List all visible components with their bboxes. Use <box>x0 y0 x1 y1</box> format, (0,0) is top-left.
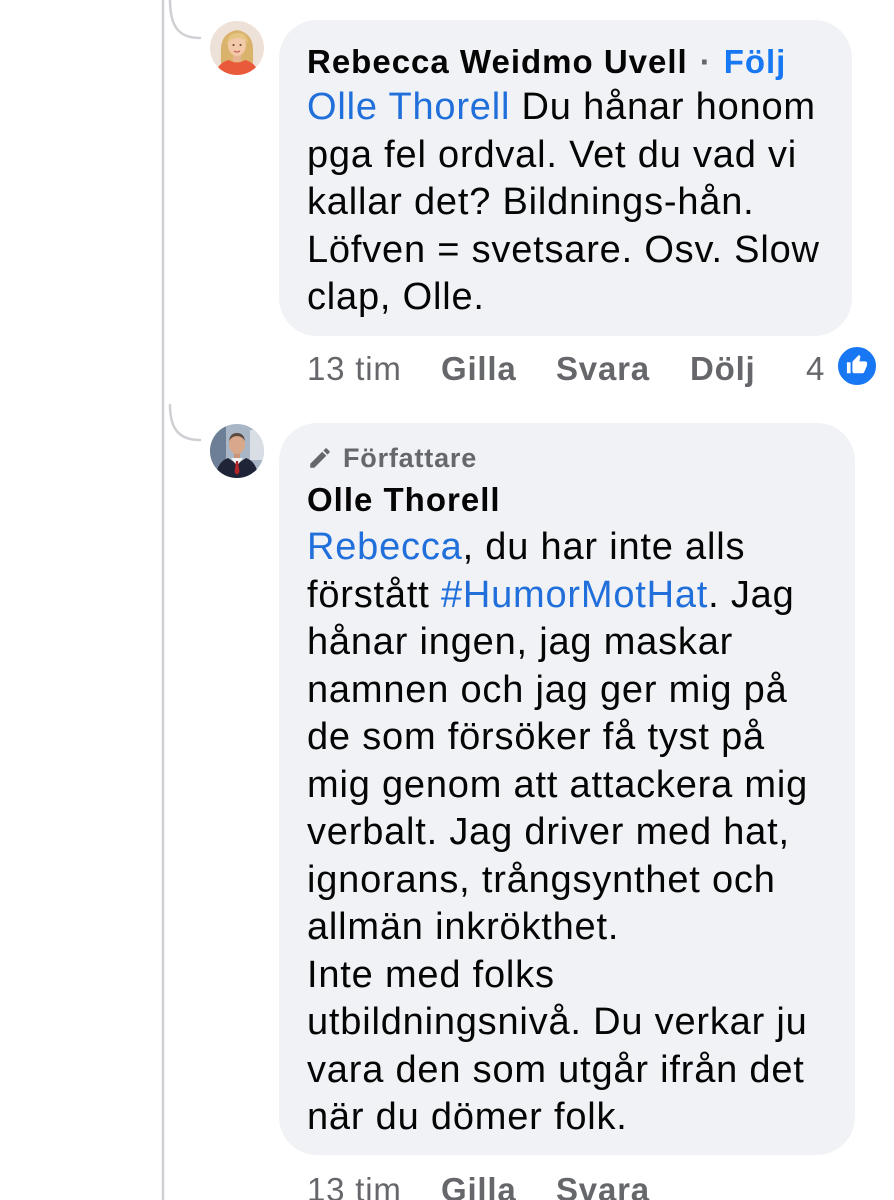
comment-line: utbildningsnivå. Du verkar ju <box>307 1001 808 1043</box>
author-badge: Författare <box>307 437 527 479</box>
avatar[interactable] <box>210 424 264 478</box>
like-icon <box>846 354 868 374</box>
comment-line: Rebecca, du har inte alls <box>307 524 808 572</box>
comment-line: de som försöker få tyst på <box>307 716 765 758</box>
follow-button[interactable]: Följ <box>724 43 787 80</box>
avatar-eye <box>239 44 242 46</box>
comment-author[interactable]: Rebecca Weidmo Uvell <box>307 43 688 80</box>
comment-line: namnen och jag ger mig på <box>307 668 788 711</box>
reply-button[interactable]: Svara <box>556 349 650 389</box>
mention-link[interactable]: Rebecca <box>307 526 463 568</box>
avatar-photo <box>210 21 264 75</box>
comment-line: hånar ingen, jag maskar <box>307 621 734 663</box>
comment-text: Olle Thorell Du hånar honom pga fel ordv… <box>307 84 820 322</box>
comment-line: verbalt. Jag driver med hat, <box>307 811 790 853</box>
comment-author[interactable]: Olle Thorell <box>307 481 501 518</box>
reaction-count[interactable]: 4 <box>806 349 825 389</box>
comment-line: mig genom att attackera mig <box>307 763 809 806</box>
hide-button[interactable]: Dölj <box>690 349 756 389</box>
comment-header: Olle Thorell <box>307 477 501 523</box>
comment-line-text: . Jag <box>708 573 795 616</box>
comment-bubble: Rebecca Weidmo Uvell · Följ Olle Thorell D… <box>279 20 852 336</box>
reaction-badge[interactable] <box>836 345 878 387</box>
pencil-shape <box>310 448 330 468</box>
comment-line-text: , du har inte alls <box>462 526 746 568</box>
pencil-icon <box>310 448 330 468</box>
comment-text: Rebecca, du har inte alls förstått #Humo… <box>307 524 808 1142</box>
thumbs-up-shape <box>846 354 868 374</box>
author-separator: · <box>699 43 712 80</box>
reply-branch-curve <box>168 0 202 40</box>
comment-line: Inte med folks <box>307 953 555 996</box>
comment-timestamp[interactable]: 13 tim <box>307 1170 402 1200</box>
avatar[interactable] <box>210 21 264 75</box>
comment-line: förstått #HumorMotHat. Jag <box>307 572 808 620</box>
comment-line: vara den som utgår ifrån det <box>307 1048 805 1091</box>
avatar-photo <box>210 424 264 478</box>
comment-line: Löfven = svetsare. Osv. Slow <box>307 228 820 271</box>
hashtag-link[interactable]: #HumorMotHat <box>441 574 708 616</box>
mention-link[interactable]: Olle Thorell <box>307 86 510 128</box>
reply-button[interactable]: Svara <box>556 1170 650 1200</box>
like-button[interactable]: Gilla <box>441 1170 517 1200</box>
comment-line: pga fel ordval. Vet du vad vi <box>307 133 798 176</box>
comment-timestamp[interactable]: 13 tim <box>307 349 402 389</box>
comment-header: Rebecca Weidmo Uvell · Följ <box>307 39 786 85</box>
comment-line-text: förstått <box>307 573 441 616</box>
comment-line: kallar det? Bildnings-hån. <box>307 181 755 223</box>
avatar-background-window <box>250 430 264 460</box>
author-badge-label: Författare <box>343 443 478 473</box>
comment-line: Olle Thorell Du hånar honom <box>307 84 820 132</box>
comment-line-text: Du hånar honom <box>510 86 816 128</box>
reply-branch-curve <box>168 403 202 442</box>
comment-line: ignorans, trångsynthet och <box>307 858 776 901</box>
reply-thread-connector <box>161 0 202 1200</box>
like-button[interactable]: Gilla <box>441 349 517 389</box>
comment-line: allmän inkrökthet. <box>307 906 620 948</box>
comment-bubble: Författare Olle Thorell Rebecca, du har … <box>279 423 855 1155</box>
avatar-eye <box>232 44 235 46</box>
comment-line: när du dömer folk. <box>307 1096 628 1138</box>
comment-line: clap, Olle. <box>307 276 485 318</box>
